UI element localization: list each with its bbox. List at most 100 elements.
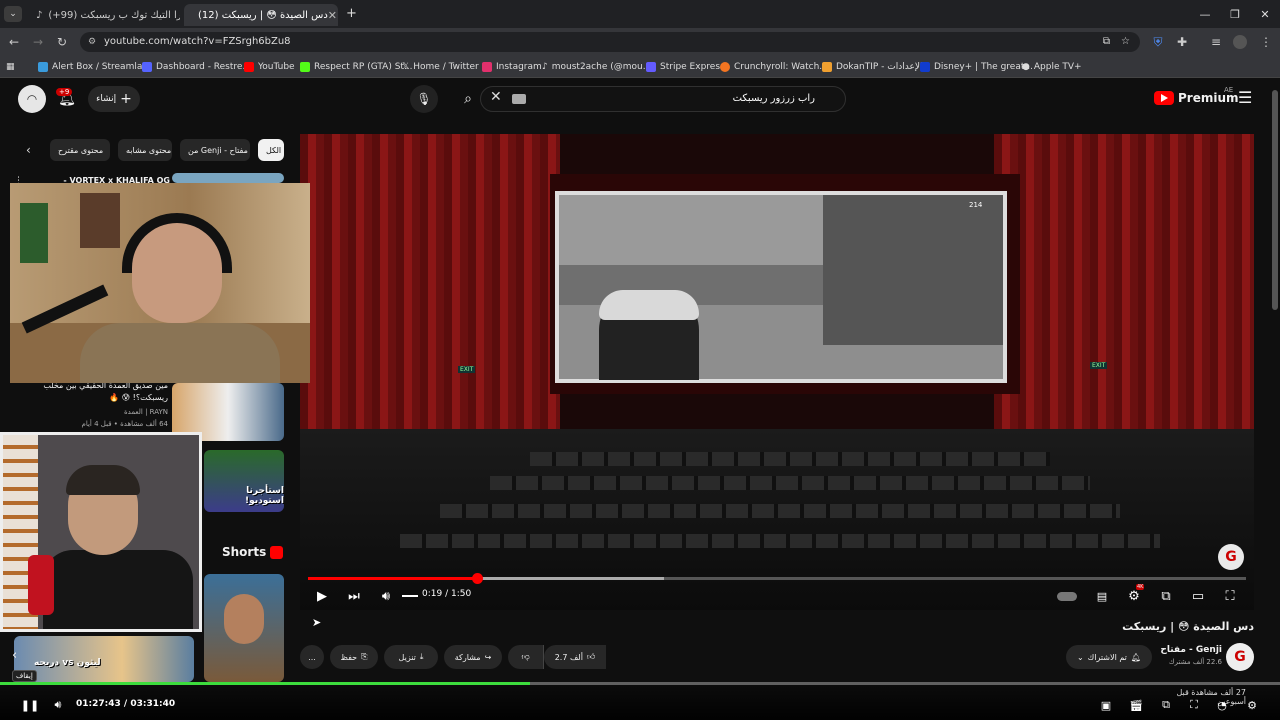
- bookmark-stripe[interactable]: Stripe Express: [646, 60, 725, 74]
- site-info-icon[interactable]: ⚙: [88, 32, 96, 52]
- voice-search-mic-icon[interactable]: 🎙︎: [410, 85, 438, 113]
- video-title: دس الصيدة 😳 | ريسبكت: [1122, 620, 1254, 633]
- chip-recommended[interactable]: محتوى مقترح: [50, 139, 110, 161]
- bookmark-crunchyroll[interactable]: Crunchyroll: Watch...: [720, 60, 828, 74]
- sidebar-channel-name[interactable]: RAYN | العمدة: [40, 408, 168, 416]
- create-button[interactable]: إنشاء +: [88, 86, 140, 112]
- chips-prev-icon[interactable]: ‹: [26, 143, 31, 157]
- pause-icon[interactable]: ❚❚: [21, 697, 39, 713]
- subscribed-button[interactable]: ⌄ تم الاشتراك 🔔︎: [1066, 645, 1152, 669]
- tab-search-button[interactable]: ⌄: [4, 6, 22, 22]
- autoplay-toggle[interactable]: [1056, 586, 1078, 606]
- captions-icon[interactable]: ▤: [1092, 586, 1112, 606]
- bookmark-youtube[interactable]: YouTube: [244, 60, 295, 74]
- region-code: AE: [1224, 86, 1234, 94]
- apps-grid-icon[interactable]: ▦: [6, 60, 15, 74]
- bookmark-disney[interactable]: Disney+ | The great...: [920, 60, 1033, 74]
- search-icon[interactable]: ⌕: [455, 86, 481, 112]
- back-icon[interactable]: ←: [4, 32, 24, 52]
- keyboard-icon[interactable]: [512, 94, 526, 104]
- sidebar-thumbnail[interactable]: استأجرنا استوديو!: [204, 450, 284, 512]
- shorts-thumbnail[interactable]: ليثون vs دربحه: [14, 636, 194, 682]
- stream-volume-icon[interactable]: 🔊︎: [50, 697, 66, 713]
- play-icon[interactable]: ▶: [312, 586, 332, 606]
- bitwarden-icon[interactable]: ⛨: [1148, 32, 1168, 52]
- bookmark-alertbox[interactable]: Alert Box / Streamla...: [38, 60, 151, 74]
- download-button[interactable]: تنزيل ⤓: [384, 645, 438, 669]
- stripe-icon: [646, 62, 656, 72]
- share-icon: ↪: [484, 652, 492, 662]
- volume-icon[interactable]: 🔊︎: [376, 586, 396, 606]
- bookmark-appletv[interactable]: ● Apple TV+: [1022, 60, 1082, 74]
- plus-icon: +: [120, 91, 132, 107]
- share-label: مشاركة: [454, 652, 481, 662]
- media-control-icon[interactable]: ≡: [1206, 32, 1226, 52]
- page-scrollbar[interactable]: [1272, 90, 1278, 310]
- shorts-prev-icon[interactable]: ‹: [12, 648, 17, 663]
- chip-from-channel[interactable]: من Genji - مفتاح: [180, 139, 250, 161]
- like-button[interactable]: 2.7 ألف 👍︎: [544, 645, 606, 669]
- stream-clip-icon[interactable]: 🎬︎: [1128, 697, 1144, 713]
- mouse-cursor: ➤: [312, 616, 322, 629]
- chip-all[interactable]: الكل: [258, 139, 284, 161]
- minimize-icon[interactable]: —: [1190, 4, 1220, 24]
- stream-speed-icon[interactable]: ◔: [1214, 697, 1230, 713]
- bookmark-restream[interactable]: Dashboard - Restre...: [142, 60, 251, 74]
- shorts-thumbnail[interactable]: [204, 574, 284, 682]
- profile-avatar[interactable]: [1230, 32, 1250, 52]
- restream-icon: [142, 62, 152, 72]
- sidebar-thumbnail[interactable]: [172, 173, 284, 183]
- bookmark-twitter[interactable]: 𝕏 Home / Twitter: [402, 60, 479, 74]
- extensions-icon[interactable]: ✚: [1172, 32, 1192, 52]
- dislike-button[interactable]: 👎︎: [508, 645, 544, 669]
- youtube-icon: [244, 62, 254, 72]
- more-actions-button[interactable]: ...: [300, 645, 324, 669]
- time-display: 0:19 / 1:50: [422, 589, 472, 599]
- reload-icon[interactable]: ↻: [52, 32, 72, 52]
- forward-icon[interactable]: →: [28, 32, 48, 52]
- bookmark-kick[interactable]: Respect RP (GTA) St...: [300, 60, 413, 74]
- tab-youtube[interactable]: (12) دس الصيدة 😳 | ريسبكت ✕: [184, 4, 338, 26]
- volume-slider[interactable]: [402, 595, 418, 597]
- chip-related[interactable]: محتوى مشابه: [118, 139, 172, 161]
- restore-icon[interactable]: ❐: [1220, 4, 1250, 24]
- bookmark-label: Dashboard - Restre...: [156, 62, 252, 72]
- game-hud-text: 214: [969, 201, 983, 209]
- guide-menu-icon[interactable]: ☰: [1238, 88, 1252, 107]
- theater-mode-icon[interactable]: ▭: [1188, 586, 1208, 606]
- close-tab-icon[interactable]: ✕: [328, 9, 337, 22]
- chevron-down-icon: ⌄: [1076, 652, 1084, 662]
- clear-search-icon[interactable]: ✕: [490, 89, 502, 105]
- menu-kebab-icon[interactable]: ⋮: [1256, 32, 1276, 52]
- stream-fullscreen-icon[interactable]: ⛶: [1186, 697, 1202, 713]
- fullscreen-icon[interactable]: ⛶: [1220, 586, 1240, 606]
- address-bar[interactable]: ⚙ youtube.com/watch?v=FZSrgh6bZu8 ⧉ ☆: [80, 32, 1140, 52]
- close-window-icon[interactable]: ✕: [1250, 4, 1280, 24]
- stream-settings-icon[interactable]: ⚙: [1244, 697, 1260, 713]
- channel-name[interactable]: Genji - مفتاح: [1140, 645, 1222, 655]
- video-player[interactable]: 214 EXIT EXIT G ▶ ⏭ 🔊︎ 0:19 / 1:50 ▤ ⚙ 4…: [300, 134, 1254, 610]
- search-input[interactable]: راب زرزور ريسبكت: [480, 86, 846, 112]
- bookmark-tiktok[interactable]: ♪ moust2ache (@mou...: [542, 60, 651, 74]
- share-button[interactable]: مشاركة ↪: [444, 645, 502, 669]
- stream-pip-icon[interactable]: ⧉: [1158, 697, 1174, 713]
- channel-avatar[interactable]: G: [1226, 643, 1254, 671]
- bookmark-label: Stripe Express: [660, 62, 725, 72]
- next-video-icon[interactable]: ⏭: [344, 586, 364, 606]
- tab-tiktok[interactable]: ♪ (+99) اخبرا التيك توك ب ريسبكت... ✕: [28, 4, 180, 26]
- new-tab-button[interactable]: +: [346, 6, 357, 21]
- stream-theater-icon[interactable]: ▣: [1098, 697, 1114, 713]
- bookmark-label: YouTube: [258, 62, 295, 72]
- save-button[interactable]: حفظ ⎘: [330, 645, 378, 669]
- progress-scrubber-handle[interactable]: [471, 573, 483, 584]
- miniplayer-icon[interactable]: ⧉: [1156, 586, 1176, 606]
- account-avatar[interactable]: ◠: [18, 85, 46, 113]
- bookmark-instagram[interactable]: Instagram: [482, 60, 542, 74]
- bookmark-star-icon[interactable]: ☆: [1121, 32, 1130, 52]
- sidebar-video-title-line2[interactable]: ريسبكت؟! 😰 🔥: [40, 393, 168, 402]
- channel-watermark-icon[interactable]: G: [1218, 544, 1244, 570]
- more-icon: ...: [308, 652, 316, 662]
- bookmark-dokantip[interactable]: DokanTIP - الإعدادات: [822, 60, 922, 74]
- search-query-text: راب زرزور ريسبكت: [732, 93, 815, 104]
- install-app-icon[interactable]: ⧉: [1103, 32, 1110, 52]
